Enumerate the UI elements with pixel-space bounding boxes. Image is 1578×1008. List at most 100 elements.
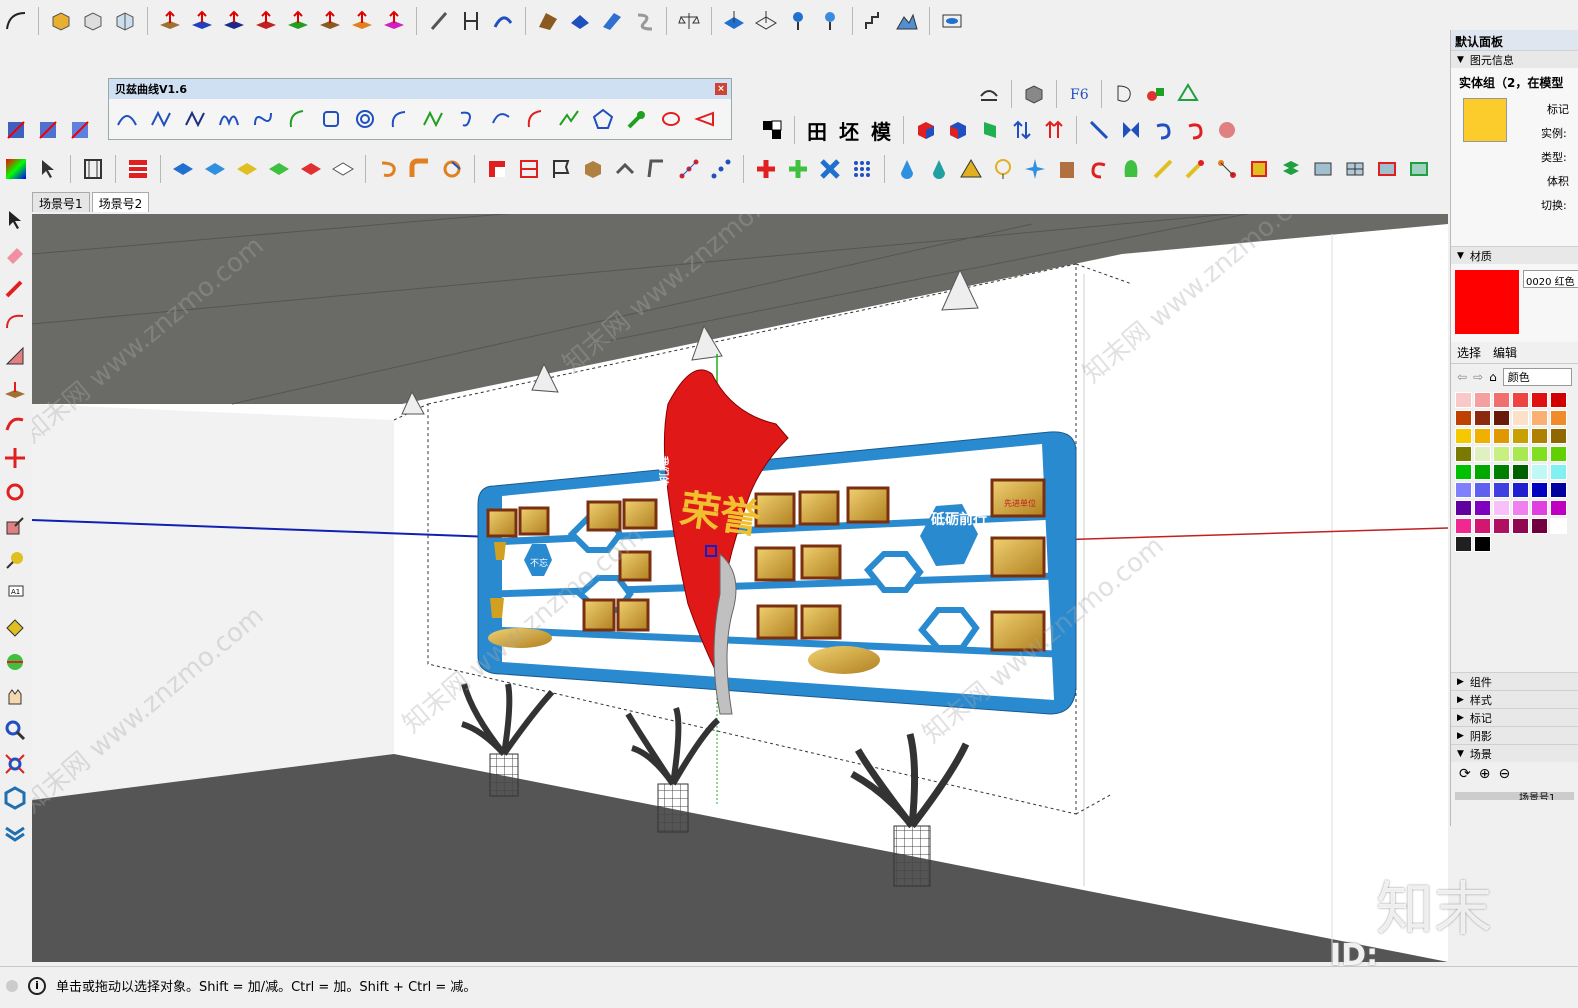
palette-swatch[interactable] [1474, 536, 1491, 552]
palette-swatch[interactable] [1493, 428, 1510, 444]
triangle-arrow-icon[interactable] [691, 105, 719, 133]
back-edges-icon[interactable] [34, 116, 62, 144]
model-text-button[interactable]: 模 [867, 116, 895, 144]
plant-green-icon[interactable] [1117, 155, 1145, 183]
arrows-updown-icon[interactable] [1008, 116, 1036, 144]
box-frame-icon[interactable] [1309, 155, 1337, 183]
info-icon[interactable]: i [28, 976, 46, 995]
section-plane-icon[interactable] [938, 7, 966, 35]
palette-swatch[interactable] [1550, 518, 1567, 534]
material-name-field[interactable]: 0020 红色 [1523, 270, 1578, 288]
palette-swatch[interactable] [1455, 536, 1472, 552]
wireframe-icon[interactable] [66, 116, 94, 144]
remove-scene-icon[interactable]: ⊖ [1498, 766, 1510, 782]
pin-blue-icon[interactable] [784, 7, 812, 35]
tab-scene-1[interactable]: 场景号1 [32, 192, 90, 212]
bezier-curve-icon[interactable] [113, 105, 141, 133]
sketch-shape-icon[interactable] [1110, 80, 1138, 108]
palette-swatch[interactable] [1512, 500, 1529, 516]
palette-swatch[interactable] [1493, 464, 1510, 480]
home-icon[interactable]: ⌂ [1489, 370, 1497, 384]
cube-flip-icon[interactable] [944, 116, 972, 144]
diamond-blue-icon[interactable] [720, 7, 748, 35]
bezier-toolbar-titlebar[interactable]: 贝兹曲线V1.6 × [109, 79, 731, 99]
forward-arrow-icon[interactable]: ⇨ [1473, 370, 1483, 384]
solid-box-icon[interactable] [47, 7, 75, 35]
rectangle-icon[interactable] [317, 105, 345, 133]
lasso-icon[interactable] [989, 155, 1017, 183]
plane-brown-icon[interactable] [534, 7, 562, 35]
extrude-green-icon[interactable] [976, 116, 1004, 144]
palette-swatch[interactable] [1474, 446, 1491, 462]
entity-info-header[interactable]: ▼ 图元信息 [1451, 50, 1578, 68]
text-tool-icon[interactable]: A1 [2, 580, 28, 608]
select-tool-icon[interactable] [2, 206, 28, 234]
palette-swatch[interactable] [1531, 500, 1548, 516]
dot-grid-icon[interactable] [848, 155, 876, 183]
window-icon[interactable] [79, 155, 107, 183]
cross-diagonal-icon[interactable] [816, 155, 844, 183]
curve-b-icon[interactable] [487, 105, 515, 133]
grid-text-button[interactable]: 田 [803, 116, 831, 144]
cube-color-icon[interactable] [912, 116, 940, 144]
palette-swatch[interactable] [1455, 428, 1472, 444]
rotate-arrow-icon[interactable] [489, 7, 517, 35]
pen-yellow-icon[interactable] [1149, 155, 1177, 183]
move-tool-icon[interactable] [2, 444, 28, 472]
pipe-icon[interactable] [406, 155, 434, 183]
section-shadows[interactable]: ▶ 阴影 [1451, 726, 1578, 744]
tile-red-icon[interactable] [297, 155, 325, 183]
scene-list-item[interactable]: 场景号1 [1455, 792, 1574, 800]
palette-swatch[interactable] [1455, 518, 1472, 534]
push-red-r-icon[interactable] [252, 7, 280, 35]
tape-measure-icon[interactable] [2, 546, 28, 574]
square-red-icon[interactable] [483, 155, 511, 183]
xray-icon[interactable] [2, 116, 30, 144]
shapes-icon[interactable] [1142, 80, 1170, 108]
follow-me-icon[interactable] [2, 410, 28, 438]
pin-outline-icon[interactable] [816, 7, 844, 35]
pan-hand-icon[interactable] [2, 682, 28, 710]
tile-yellow-icon[interactable] [233, 155, 261, 183]
palette-swatch[interactable] [1474, 464, 1491, 480]
close-icon[interactable]: × [715, 83, 727, 95]
move-star-icon[interactable] [1021, 155, 1049, 183]
diagonal-arrow-icon[interactable] [1085, 116, 1113, 144]
push-pull-icon[interactable] [2, 376, 28, 404]
section-styles[interactable]: ▶ 样式 [1451, 690, 1578, 708]
add-scene-icon[interactable]: ⊕ [1479, 766, 1491, 782]
hook-icon[interactable] [453, 105, 481, 133]
balance-icon[interactable] [675, 7, 703, 35]
drop-cluster-icon[interactable] [925, 155, 953, 183]
rectangle-tool-icon[interactable] [2, 342, 28, 370]
palette-swatch[interactable] [1493, 410, 1510, 426]
stairs-icon[interactable] [861, 7, 889, 35]
extension-icon[interactable] [2, 818, 28, 846]
undo-red-icon[interactable] [1085, 155, 1113, 183]
palette-swatch[interactable] [1455, 464, 1472, 480]
spin-icon[interactable] [438, 155, 466, 183]
link-icon[interactable] [611, 155, 639, 183]
tile-blue-icon[interactable] [201, 155, 229, 183]
palette-swatch[interactable] [1455, 500, 1472, 516]
push-navy-icon[interactable] [220, 7, 248, 35]
palette-swatch[interactable] [1512, 392, 1529, 408]
palette-swatch[interactable] [1550, 464, 1567, 480]
hatch-pattern-icon[interactable] [758, 116, 786, 144]
scatter-icon[interactable] [1213, 155, 1241, 183]
tile-green-icon[interactable] [265, 155, 293, 183]
spline-alt-icon[interactable] [181, 105, 209, 133]
paint-bucket-icon[interactable] [2, 614, 28, 642]
undo-curve-icon[interactable] [1149, 116, 1177, 144]
redo-curve-icon[interactable] [1181, 116, 1209, 144]
curve-gray-icon[interactable] [630, 7, 658, 35]
zoom-icon[interactable] [2, 716, 28, 744]
palette-swatch[interactable] [1474, 518, 1491, 534]
frame-red-icon[interactable] [1373, 155, 1401, 183]
palette-swatch[interactable] [1474, 482, 1491, 498]
box-brown-icon[interactable] [1053, 155, 1081, 183]
material-color-swatch[interactable] [1455, 270, 1519, 334]
line-green-icon[interactable] [555, 105, 583, 133]
back-arrow-icon[interactable]: ⇦ [1457, 370, 1467, 384]
section-components[interactable]: ▶ 组件 [1451, 672, 1578, 690]
